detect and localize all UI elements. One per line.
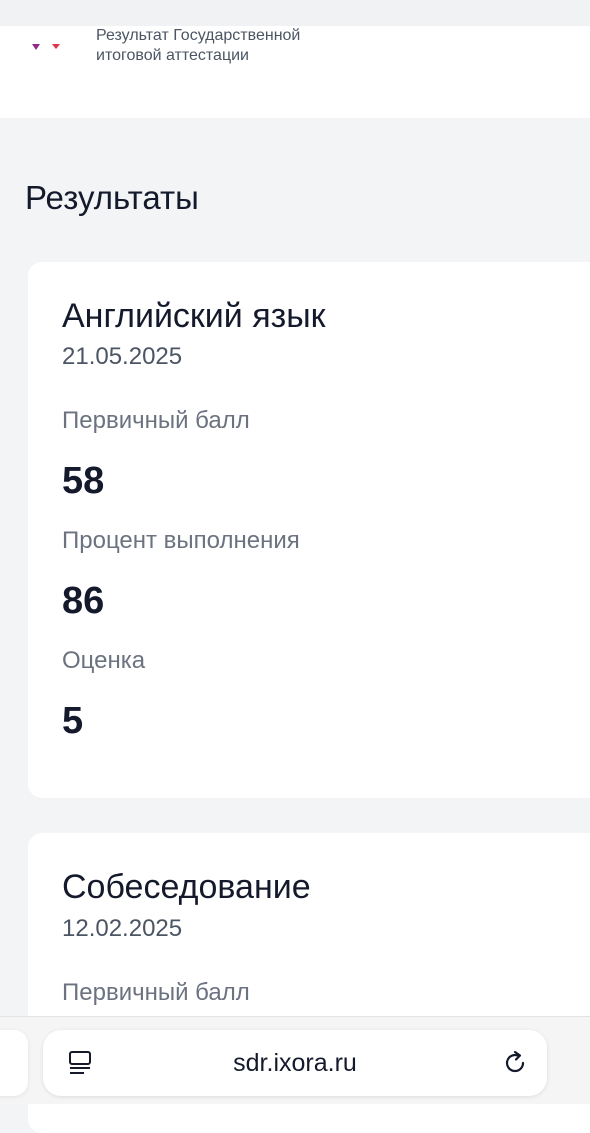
primary-score-label: Первичный балл [62, 407, 250, 434]
subject-title: Собеседование [62, 868, 311, 906]
previous-tab-edge[interactable] [0, 1030, 28, 1096]
primary-score-label: Первичный балл [62, 979, 250, 1006]
site-header: Результат Государственной итоговой аттес… [0, 26, 590, 118]
address-bar[interactable]: sdr.ixora.ru [43, 1030, 547, 1096]
percent-value: 86 [62, 580, 105, 622]
url-text[interactable]: sdr.ixora.ru [43, 1048, 547, 1078]
reload-icon[interactable] [501, 1049, 529, 1077]
exam-date: 12.02.2025 [62, 915, 183, 942]
subject-title: Английский язык [62, 297, 326, 335]
status-strip [0, 0, 590, 26]
page-title: Результаты [25, 179, 199, 216]
grade-value: 5 [62, 700, 84, 742]
logo-icon [32, 44, 60, 50]
percent-label: Процент выполнения [62, 527, 300, 554]
primary-score-value: 58 [62, 460, 105, 502]
grade-label: Оценка [62, 647, 146, 674]
result-card-english: Английский язык 21.05.2025 Первичный бал… [28, 262, 590, 798]
exam-date: 21.05.2025 [62, 343, 183, 370]
browser-toolbar: sdr.ixora.ru [0, 1016, 590, 1104]
header-title: Результат Государственной итоговой аттес… [96, 27, 301, 64]
